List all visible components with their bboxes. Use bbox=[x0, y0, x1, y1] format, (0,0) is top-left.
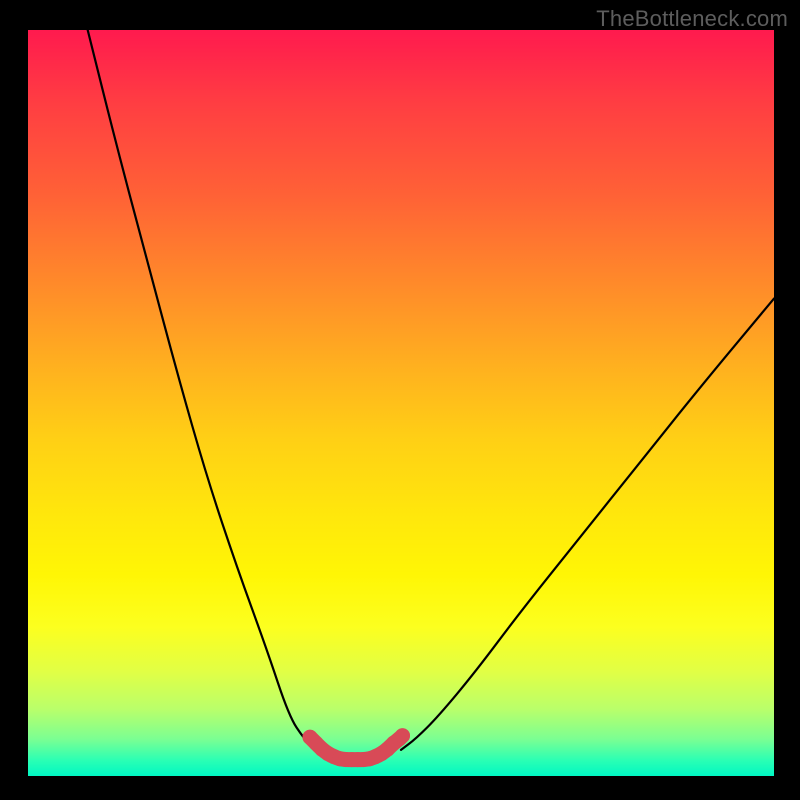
plot-area bbox=[28, 30, 774, 776]
watermark-text: TheBottleneck.com bbox=[596, 6, 788, 32]
basin-dot bbox=[395, 728, 410, 743]
chart-svg bbox=[28, 30, 774, 776]
chart-container: TheBottleneck.com bbox=[0, 0, 800, 800]
right-branch-curve bbox=[401, 299, 774, 750]
left-branch-curve bbox=[88, 30, 316, 750]
